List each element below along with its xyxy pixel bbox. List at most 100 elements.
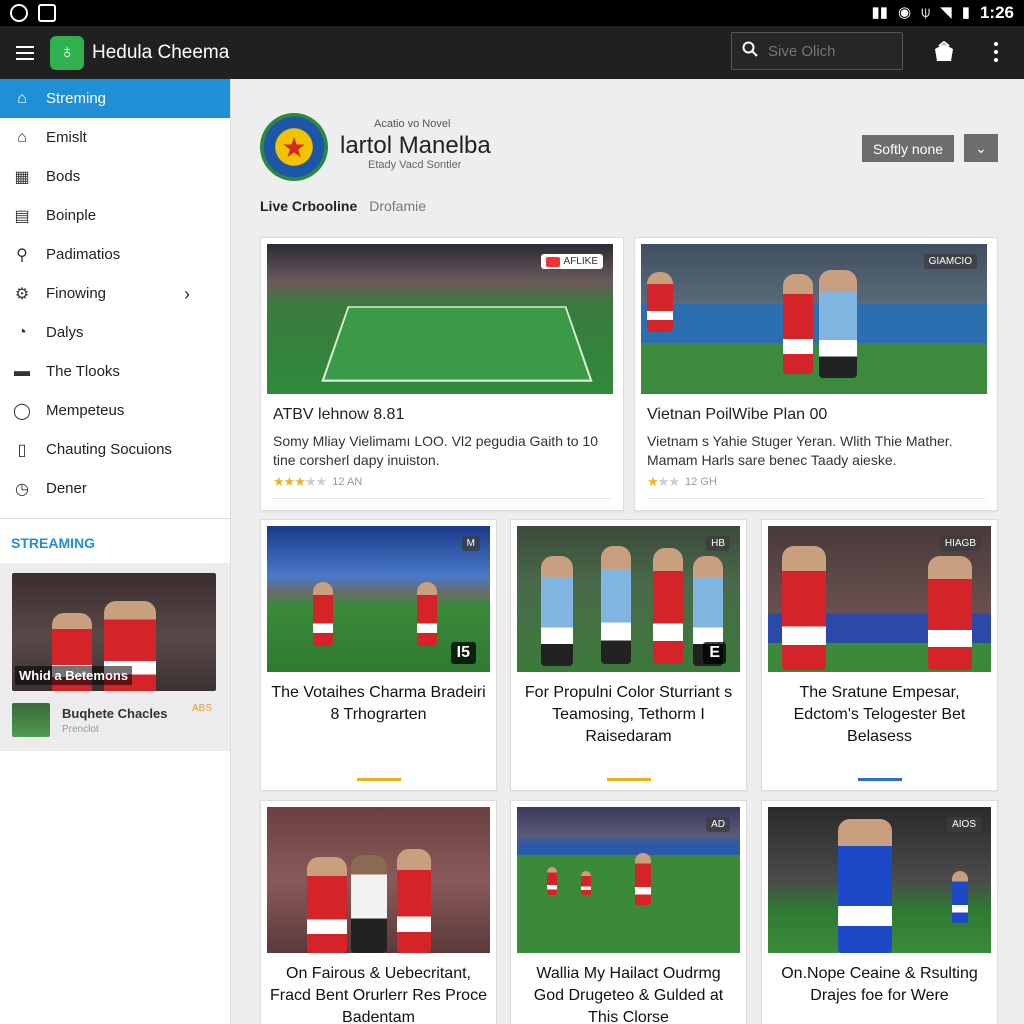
- video-thumbnail[interactable]: HIAGB: [768, 526, 991, 672]
- gift-icon[interactable]: [930, 38, 958, 66]
- sidebar-item[interactable]: ⚙ Finowing ›: [0, 274, 230, 313]
- menu-icon[interactable]: [0, 26, 50, 79]
- league-header: ★ Acatio vo Novel lartol Manelba Etady V…: [260, 108, 1000, 228]
- card-tag: AD: [706, 817, 730, 832]
- video-card[interactable]: HB E For Propulni Color Sturriant s Team…: [510, 519, 747, 791]
- card-title: On Fairous & Uebecritant, Fracd Bent Oru…: [270, 965, 487, 1024]
- video-card[interactable]: AFLIKE ATBV lehnow 8.81 Somy Mliay Vieli…: [260, 237, 624, 511]
- league-title: lartol Manelba: [340, 132, 491, 159]
- card-title: Vietnan PoilWibe Plan 00: [647, 406, 828, 423]
- sidebar-item-label: Padimatios: [46, 246, 121, 263]
- video-thumbnail[interactable]: GIAMCIO: [641, 244, 987, 394]
- card-title: Wallia My Hailact Oudrmg God Drugeteo & …: [533, 965, 724, 1024]
- video-card[interactable]: AD Wallia My Hailact Oudrmg God Drugeteo…: [510, 800, 747, 1024]
- card-tag: M: [461, 536, 480, 551]
- sidebar-item-label: Bods: [46, 168, 81, 185]
- league-subtitle: Etady Vacd Sontler: [368, 159, 462, 171]
- sync-icon: [10, 4, 28, 22]
- video-thumbnail[interactable]: HB E: [517, 526, 740, 672]
- featured-row-title: Buqhete Chacles: [62, 705, 168, 721]
- rating-stars: ★★★: [647, 474, 680, 489]
- clock-icon: ◷: [15, 480, 29, 498]
- search-input[interactable]: [768, 42, 888, 60]
- wifi-icon: ◥: [940, 4, 952, 21]
- rating-stars: ★★★★★: [273, 474, 327, 489]
- more-options-icon[interactable]: [984, 38, 1008, 66]
- alarm-icon: ◉: [898, 4, 912, 21]
- tab-drofamie[interactable]: Drofamie: [369, 198, 426, 214]
- app-bar: ♁ Hedula Cheema: [0, 26, 1024, 79]
- video-thumbnail[interactable]: M I5: [267, 526, 490, 672]
- home-icon: ⌂: [17, 89, 27, 107]
- card-number: E: [703, 642, 726, 664]
- video-card[interactable]: HIAGB The Sratune Empesar, Edctom's Telo…: [761, 519, 998, 791]
- card-tag: GIAMCIO: [923, 254, 977, 269]
- featured-thumbnail[interactable]: Whid a Betemons: [12, 573, 216, 691]
- sidebar-item[interactable]: ◯ Mempeteus: [0, 391, 230, 430]
- card-meta: ★★★ 12 GH: [647, 474, 717, 490]
- card-tag: HB: [706, 536, 730, 551]
- sidebar-item[interactable]: ⚲ Padimatios: [0, 235, 230, 274]
- briefcase-icon: ▬: [14, 362, 30, 380]
- league-kicker: Acatio vo Novel: [374, 118, 451, 130]
- video-card[interactable]: M I5 The Votaihes Charma Bradeiri 8 Trho…: [260, 519, 497, 791]
- sidebar-item[interactable]: ▬ The Tlooks: [0, 352, 230, 391]
- video-thumbnail[interactable]: [267, 807, 490, 953]
- sidebar-item-label: Dener: [46, 480, 87, 497]
- home-icon: ⌂: [17, 128, 27, 146]
- video-card[interactable]: AIOS On.Nope Ceaine & Rsulting Drajes fo…: [761, 800, 998, 1024]
- chat-icon: ◯: [13, 402, 31, 420]
- card-tag: HIAGB: [939, 536, 981, 551]
- sidebar-item-label: Dalys: [46, 324, 84, 341]
- gear-icon: ⚙: [14, 285, 30, 303]
- card-tag: AFLIKE: [563, 256, 598, 267]
- card-description: Somy Mliay Vielimamı LOO. Vl2 pegudia Ga…: [273, 433, 599, 468]
- video-card[interactable]: GIAMCIO Vietnan PoilWibe Plan 00 Vietnam…: [634, 237, 998, 511]
- sidebar-item[interactable]: ⌂ Emislt: [0, 118, 230, 157]
- chevron-down-icon[interactable]: ⌄: [964, 134, 998, 162]
- card-meta-text: 12 GH: [684, 476, 717, 488]
- card-title: The Votaihes Charma Bradeiri 8 Trhogrart…: [271, 684, 486, 723]
- card-title: ATBV lehnow 8.81: [273, 406, 405, 423]
- sidebar-item-label: Boinple: [46, 207, 97, 224]
- video-card[interactable]: On Fairous & Uebecritant, Fracd Bent Oru…: [260, 800, 497, 1024]
- video-thumbnail[interactable]: AFLIKE: [267, 244, 613, 394]
- featured-row[interactable]: Buqhete Chacles Prenclot ABS: [12, 703, 218, 737]
- sidebar-item-label: Emislt: [46, 129, 87, 146]
- featured-row-thumbnail: [12, 703, 50, 737]
- search-icon: [742, 41, 758, 61]
- chevron-right-icon[interactable]: ›: [184, 284, 190, 305]
- card-meta-text: 12 AN: [332, 476, 363, 488]
- sidebar-item-label: Chauting Socuions: [46, 441, 172, 458]
- sidebar-item-streaming[interactable]: ⌂ Streming: [0, 79, 230, 118]
- sidebar-item-label: The Tlooks: [46, 363, 120, 380]
- sidebar-item[interactable]: ▯ Chauting Socuions: [0, 430, 230, 469]
- tab-live[interactable]: Live Crbooline: [260, 198, 357, 214]
- league-crest-logo: ★: [260, 113, 328, 181]
- card-title: For Propulni Color Sturriant s Teamosing…: [524, 684, 733, 745]
- document-icon: ▯: [17, 441, 27, 459]
- card-tag: AIOS: [947, 817, 981, 832]
- sidebar-item-label: Streming: [46, 90, 107, 107]
- clock-time: 1:26: [979, 3, 1014, 22]
- sidebar-item-label: Finowing: [46, 285, 107, 302]
- grid-icon: ▦: [14, 168, 30, 186]
- video-thumbnail[interactable]: AIOS: [768, 807, 991, 953]
- card-description: Vietnam s Yahie Stuger Yeran. Wlith Thie…: [647, 433, 953, 468]
- featured-stream[interactable]: Whid a Betemons Buqhete Chacles Prenclot…: [0, 563, 230, 751]
- newspaper-icon: ▤: [14, 207, 30, 225]
- card-title: On.Nope Ceaine & Rsulting Drajes foe for…: [781, 965, 978, 1004]
- search-box[interactable]: [731, 32, 903, 70]
- sidebar-item[interactable]: ▤ Boinple: [0, 196, 230, 235]
- sidebar-item[interactable]: ◷ Dener: [0, 469, 230, 508]
- featured-row-subtitle: Prenclot: [62, 723, 99, 735]
- card-meta: ★★★★★ 12 AN: [273, 474, 362, 490]
- sidebar-item[interactable]: ▦ Bods: [0, 157, 230, 196]
- card-accent-bar: [356, 778, 401, 781]
- play-icon: [545, 256, 560, 267]
- sidebar-item[interactable]: ◔ Dalys: [0, 313, 230, 352]
- video-thumbnail[interactable]: AD: [517, 807, 740, 953]
- sort-button[interactable]: Softly none: [862, 135, 954, 162]
- card-accent-bar: [606, 778, 651, 781]
- notification-icon: [38, 4, 56, 22]
